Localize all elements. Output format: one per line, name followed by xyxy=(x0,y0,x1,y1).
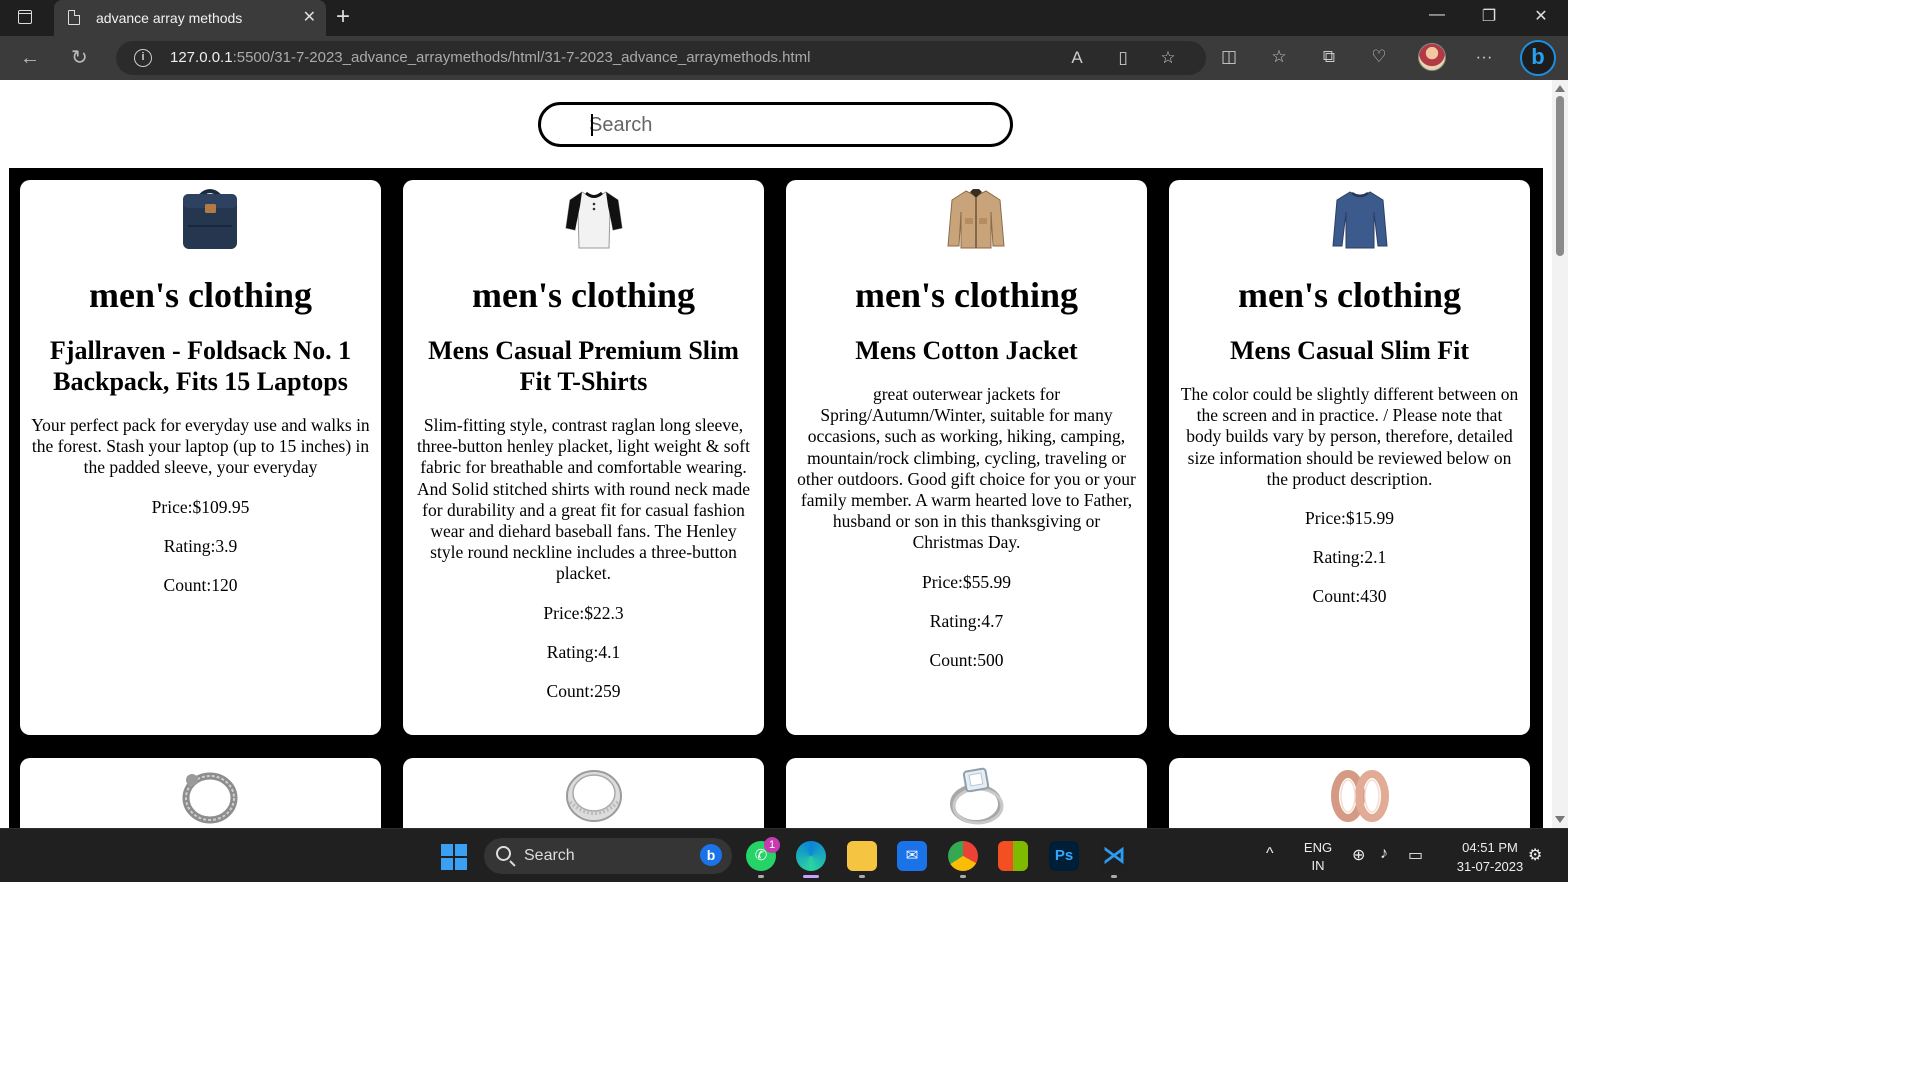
clock[interactable]: 04:51 PM 31-07-2023 xyxy=(1444,838,1536,876)
bing-icon[interactable]: b xyxy=(700,844,722,866)
product-rating: Rating:2.1 xyxy=(1312,547,1387,568)
address-bar[interactable]: i 127.0.0.1:5500/31-7-2023_advance_array… xyxy=(116,41,1206,75)
product-price: Price:$55.99 xyxy=(922,571,1011,592)
vscode-icon[interactable]: ⋊ xyxy=(1099,841,1129,871)
mail-icon[interactable]: ✉ xyxy=(897,841,927,871)
scroll-down-icon[interactable] xyxy=(1555,816,1565,823)
product-price: Price:$22.3 xyxy=(543,602,624,623)
product-category: men's clothing xyxy=(88,275,312,315)
new-tab-button[interactable]: + xyxy=(336,4,350,30)
search-input[interactable] xyxy=(589,111,989,139)
back-icon[interactable]: ← xyxy=(20,46,40,70)
notification-badge: 1 xyxy=(764,837,780,853)
address-toolbar: ← ↻ i 127.0.0.1:5500/31-7-2023_advance_a… xyxy=(0,36,1568,80)
store-icon[interactable] xyxy=(998,841,1028,871)
page-icon xyxy=(68,10,80,25)
battery-icon[interactable]: ▭ xyxy=(1408,845,1423,865)
collections-icon[interactable]: ⧉ xyxy=(1317,46,1341,68)
product-category: men's clothing xyxy=(854,275,1078,315)
product-count: Count:430 xyxy=(1312,586,1387,607)
backpack-image xyxy=(30,186,371,254)
browser-tab[interactable]: advance array methods ✕ xyxy=(54,0,326,36)
tab-title: advance array methods xyxy=(96,10,243,26)
product-card[interactable]: men's clothing Mens Casual Premium Slim … xyxy=(403,180,764,735)
start-icon[interactable] xyxy=(440,843,468,871)
more-options-icon[interactable]: ··· xyxy=(1472,46,1496,68)
photoshop-icon[interactable]: Ps xyxy=(1049,841,1079,871)
taskbar-search[interactable]: Search b xyxy=(484,838,732,874)
minimize-icon[interactable]: — xyxy=(1425,6,1449,24)
product-card[interactable] xyxy=(1169,758,1530,828)
product-title: Mens Casual Premium Slim Fit T-Shirts xyxy=(428,336,739,396)
language-code: ENG xyxy=(1303,840,1333,855)
performance-icon[interactable]: ♡ xyxy=(1367,46,1391,68)
product-description: The color could be slightly different be… xyxy=(1180,384,1519,489)
read-aloud-icon[interactable]: A xyxy=(1066,48,1088,68)
product-description: Slim-fitting style, contrast raglan long… xyxy=(417,415,750,584)
product-category: men's clothing xyxy=(471,275,695,315)
window-close-icon[interactable]: ✕ xyxy=(1529,6,1553,26)
profile-avatar[interactable] xyxy=(1418,43,1446,71)
tray-chevron-icon[interactable]: ^ xyxy=(1266,845,1274,863)
bracelet-image xyxy=(30,764,371,828)
product-category: men's clothing xyxy=(1237,275,1461,315)
notifications-icon[interactable]: ⚙ xyxy=(1528,845,1542,865)
language-indicator[interactable]: ENG IN xyxy=(1300,839,1336,875)
silver-ring-image xyxy=(413,764,754,828)
immersive-reader-icon[interactable]: ▯ xyxy=(1112,48,1134,68)
close-tab-icon[interactable]: ✕ xyxy=(303,8,316,28)
product-description: great outerwear jackets for Spring/Autum… xyxy=(797,384,1136,553)
network-icon[interactable]: ⊕ xyxy=(1352,845,1365,865)
page-viewport: men's clothing Fjallraven - Foldsack No.… xyxy=(0,80,1552,828)
bing-copilot-icon[interactable]: b xyxy=(1520,40,1556,76)
search-box[interactable] xyxy=(538,102,1013,147)
volume-icon[interactable]: ♪ xyxy=(1380,845,1388,863)
region-code: IN xyxy=(1311,858,1325,873)
product-count: Count:259 xyxy=(546,680,621,701)
product-title: Fjallraven - Foldsack No. 1 Backpack, Fi… xyxy=(49,336,352,396)
product-rating: Rating:3.9 xyxy=(163,535,238,556)
clock-date: 31-07-2023 xyxy=(1456,859,1524,874)
jacket-image xyxy=(796,186,1137,254)
longsleeve-image xyxy=(1179,186,1520,254)
product-card[interactable] xyxy=(403,758,764,828)
product-count: Count:500 xyxy=(929,649,1004,670)
rose-gold-rings-image xyxy=(1179,764,1520,828)
taskbar-search-label: Search xyxy=(524,847,575,864)
product-price: Price:$15.99 xyxy=(1305,508,1394,529)
tab-actions-icon[interactable] xyxy=(14,8,36,28)
product-title: Mens Cotton Jacket xyxy=(855,336,1078,365)
edge-icon[interactable] xyxy=(796,841,826,871)
text-caret xyxy=(591,114,593,136)
scrollbar-thumb[interactable] xyxy=(1556,96,1564,256)
product-card[interactable]: men's clothing Mens Cotton Jacket great … xyxy=(786,180,1147,735)
windows-taskbar: Search b ✆ 1 ✉ Ps ⋊ ^ ENG IN ⊕ ♪ ▭ 04:51… xyxy=(0,828,1568,882)
product-title: Mens Casual Slim Fit xyxy=(1229,336,1470,365)
page-scrollbar[interactable] xyxy=(1552,80,1568,828)
chrome-icon[interactable] xyxy=(948,841,978,871)
file-explorer-icon[interactable] xyxy=(847,841,877,871)
product-rating: Rating:4.1 xyxy=(546,641,621,662)
search-icon xyxy=(496,846,511,861)
product-card[interactable]: men's clothing Mens Casual Slim Fit The … xyxy=(1169,180,1530,735)
favorite-star-icon[interactable]: ☆ xyxy=(1157,48,1179,68)
product-card[interactable] xyxy=(786,758,1147,828)
favorites-icon[interactable]: ☆ xyxy=(1267,46,1291,68)
product-card[interactable]: men's clothing Fjallraven - Foldsack No.… xyxy=(20,180,381,735)
url-text[interactable]: 127.0.0.1:5500/31-7-2023_advance_arrayme… xyxy=(170,49,810,66)
browser-tab-bar: advance array methods ✕ + — ❐ ✕ xyxy=(0,0,1568,36)
diamond-ring-image xyxy=(796,764,1137,828)
refresh-icon[interactable]: ↻ xyxy=(71,46,88,70)
product-rating: Rating:4.7 xyxy=(929,610,1004,631)
tshirt-image xyxy=(413,186,754,254)
scroll-up-icon[interactable] xyxy=(1555,85,1565,92)
restore-icon[interactable]: ❐ xyxy=(1477,6,1501,26)
clock-time: 04:51 PM xyxy=(1462,840,1518,855)
product-description: Your perfect pack for everyday use and w… xyxy=(31,415,370,478)
product-price: Price:$109.95 xyxy=(151,496,250,517)
product-card[interactable] xyxy=(20,758,381,828)
split-screen-icon[interactable]: ◫ xyxy=(1217,46,1241,68)
site-info-icon[interactable]: i xyxy=(134,49,152,67)
product-count: Count:120 xyxy=(163,574,238,595)
